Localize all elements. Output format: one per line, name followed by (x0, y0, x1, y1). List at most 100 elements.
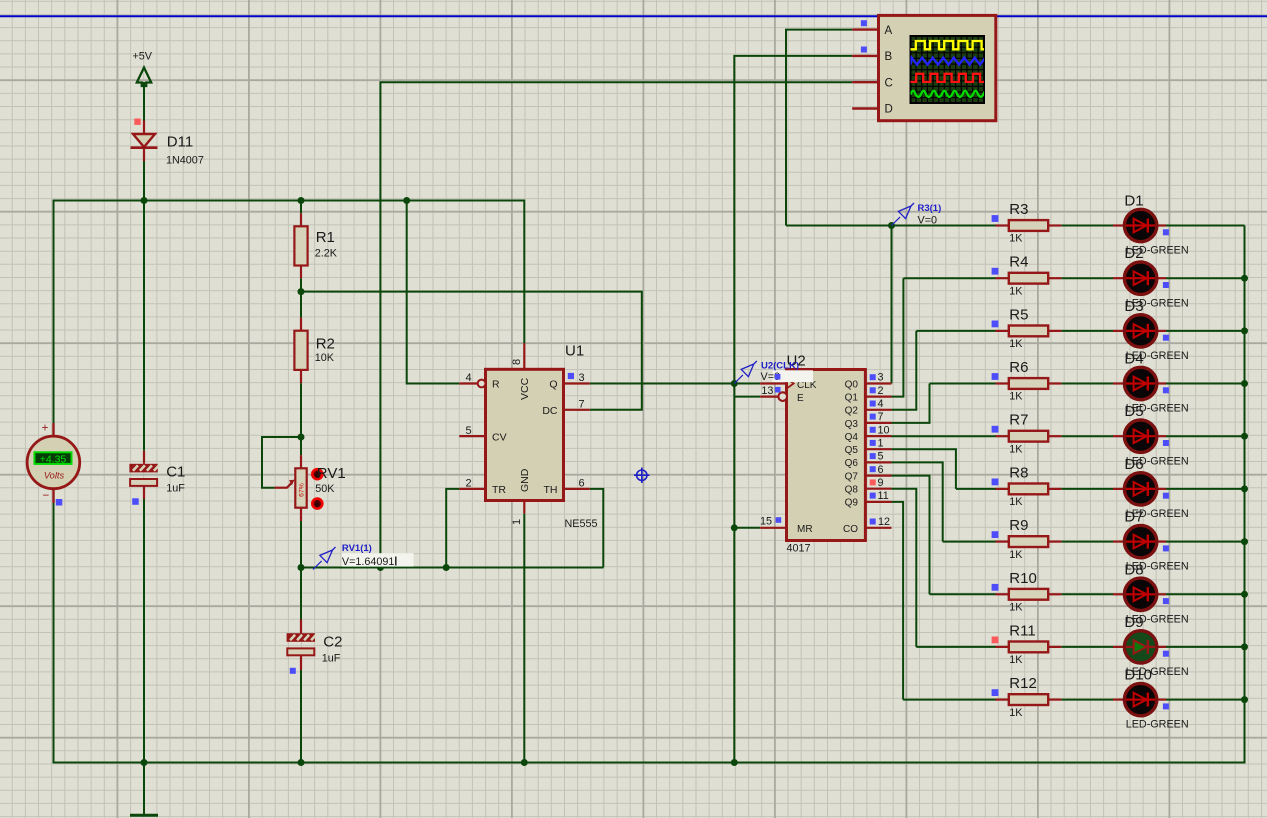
svg-text:6: 6 (878, 464, 884, 476)
svg-text:1K: 1K (1009, 338, 1023, 350)
svg-text:1N4007: 1N4007 (166, 155, 204, 167)
svg-text:R11: R11 (1009, 622, 1035, 639)
svg-text:CV: CV (492, 431, 507, 443)
svg-text:4: 4 (878, 398, 884, 410)
svg-text:D1: D1 (1124, 193, 1143, 210)
svg-text:1K: 1K (1009, 496, 1023, 508)
svg-text:D3: D3 (1124, 298, 1143, 315)
svg-text:R12: R12 (1009, 675, 1037, 692)
svg-text:Q2: Q2 (845, 406, 859, 417)
svg-text:Q3: Q3 (845, 419, 859, 430)
svg-text:D11: D11 (167, 134, 193, 151)
svg-text:RV1: RV1 (317, 465, 346, 482)
svg-text:NE555: NE555 (565, 518, 598, 530)
svg-text:D7: D7 (1124, 509, 1143, 526)
svg-text:12: 12 (878, 516, 890, 528)
svg-text:8: 8 (511, 359, 523, 365)
svg-text:D2: D2 (1124, 245, 1143, 262)
svg-text:TR: TR (492, 484, 506, 496)
svg-text:R8: R8 (1009, 464, 1028, 481)
svg-text:7: 7 (878, 411, 884, 423)
svg-text:R6: R6 (1009, 359, 1028, 376)
svg-text:CO: CO (843, 524, 858, 535)
svg-text:5: 5 (878, 451, 884, 463)
svg-text:Q1: Q1 (845, 392, 859, 403)
svg-text:9: 9 (878, 477, 884, 489)
svg-text:3: 3 (579, 372, 585, 384)
svg-text:1K: 1K (1009, 443, 1023, 455)
svg-text:R4: R4 (1009, 254, 1028, 271)
svg-text:R2: R2 (316, 336, 335, 353)
svg-text:V=1.64091: V=1.64091 (342, 556, 395, 568)
svg-text:4: 4 (466, 372, 472, 384)
svg-text:1K: 1K (1009, 707, 1023, 719)
svg-text:Volts: Volts (44, 471, 65, 481)
svg-text:1K: 1K (1009, 602, 1023, 614)
svg-text:+4.35: +4.35 (40, 454, 67, 466)
svg-text:V=0: V=0 (918, 215, 938, 227)
svg-text:U1: U1 (565, 343, 584, 360)
svg-text:1K: 1K (1009, 654, 1023, 666)
svg-text:D4: D4 (1124, 351, 1143, 368)
svg-text:D5: D5 (1124, 403, 1143, 420)
svg-text:R7: R7 (1009, 412, 1028, 429)
svg-text:1K: 1K (1009, 233, 1023, 245)
svg-text:RV1(1): RV1(1) (342, 543, 372, 554)
svg-text:67%: 67% (299, 483, 306, 497)
svg-text:D9: D9 (1124, 614, 1143, 631)
svg-text:13: 13 (761, 385, 773, 397)
svg-text:D6: D6 (1124, 456, 1143, 473)
svg-text:1uF: 1uF (322, 653, 341, 665)
svg-text:D: D (885, 104, 893, 116)
svg-text:MR: MR (797, 524, 813, 535)
svg-text:C: C (885, 77, 893, 89)
svg-text:Q5: Q5 (845, 445, 859, 456)
svg-text:2: 2 (878, 385, 884, 397)
svg-text:TH: TH (544, 484, 558, 496)
svg-text:−: − (42, 490, 49, 502)
svg-text:1K: 1K (1009, 285, 1023, 297)
svg-text:2.2K: 2.2K (315, 248, 338, 260)
svg-text:1uF: 1uF (166, 483, 185, 495)
svg-text:1K: 1K (1009, 549, 1023, 561)
svg-text:R9: R9 (1009, 517, 1028, 534)
svg-text:6: 6 (579, 478, 585, 490)
svg-text:4017: 4017 (787, 543, 811, 555)
svg-text:Q0: Q0 (845, 379, 859, 390)
svg-text:R10: R10 (1009, 570, 1037, 587)
svg-text:Q9: Q9 (845, 498, 859, 509)
svg-text:+5V: +5V (133, 51, 153, 63)
svg-text:DC: DC (542, 405, 558, 417)
svg-text:VCC: VCC (519, 377, 531, 400)
svg-text:15: 15 (760, 516, 772, 528)
svg-text:R3: R3 (1009, 201, 1028, 218)
svg-text:Q7: Q7 (845, 471, 859, 482)
svg-text:+: + (42, 423, 49, 435)
svg-text:Q8: Q8 (845, 485, 859, 496)
svg-text:11: 11 (878, 490, 889, 502)
svg-text:1: 1 (878, 437, 884, 449)
svg-text:10K: 10K (315, 352, 335, 364)
svg-text:2: 2 (466, 478, 472, 490)
svg-text:E: E (797, 393, 804, 404)
svg-text:Q4: Q4 (845, 432, 859, 443)
svg-text:Q6: Q6 (845, 458, 859, 469)
svg-text:GND: GND (519, 468, 531, 492)
svg-text:1: 1 (511, 519, 523, 525)
svg-text:R5: R5 (1009, 306, 1028, 323)
svg-text:C1: C1 (166, 464, 185, 481)
svg-text:1K: 1K (1009, 391, 1023, 403)
svg-text:3: 3 (878, 372, 884, 384)
svg-text:C2: C2 (323, 634, 342, 651)
svg-text:R1: R1 (316, 229, 335, 246)
svg-text:D10: D10 (1124, 667, 1152, 684)
svg-text:LED-GREEN: LED-GREEN (1126, 719, 1189, 731)
svg-text:10: 10 (878, 424, 890, 436)
svg-text:R3(1): R3(1) (918, 203, 942, 214)
svg-text:D8: D8 (1124, 561, 1143, 578)
svg-text:50K: 50K (315, 483, 335, 495)
svg-text:A: A (885, 25, 893, 37)
svg-text:Q: Q (549, 379, 557, 391)
svg-text:7: 7 (579, 399, 585, 411)
svg-text:B: B (885, 51, 893, 63)
